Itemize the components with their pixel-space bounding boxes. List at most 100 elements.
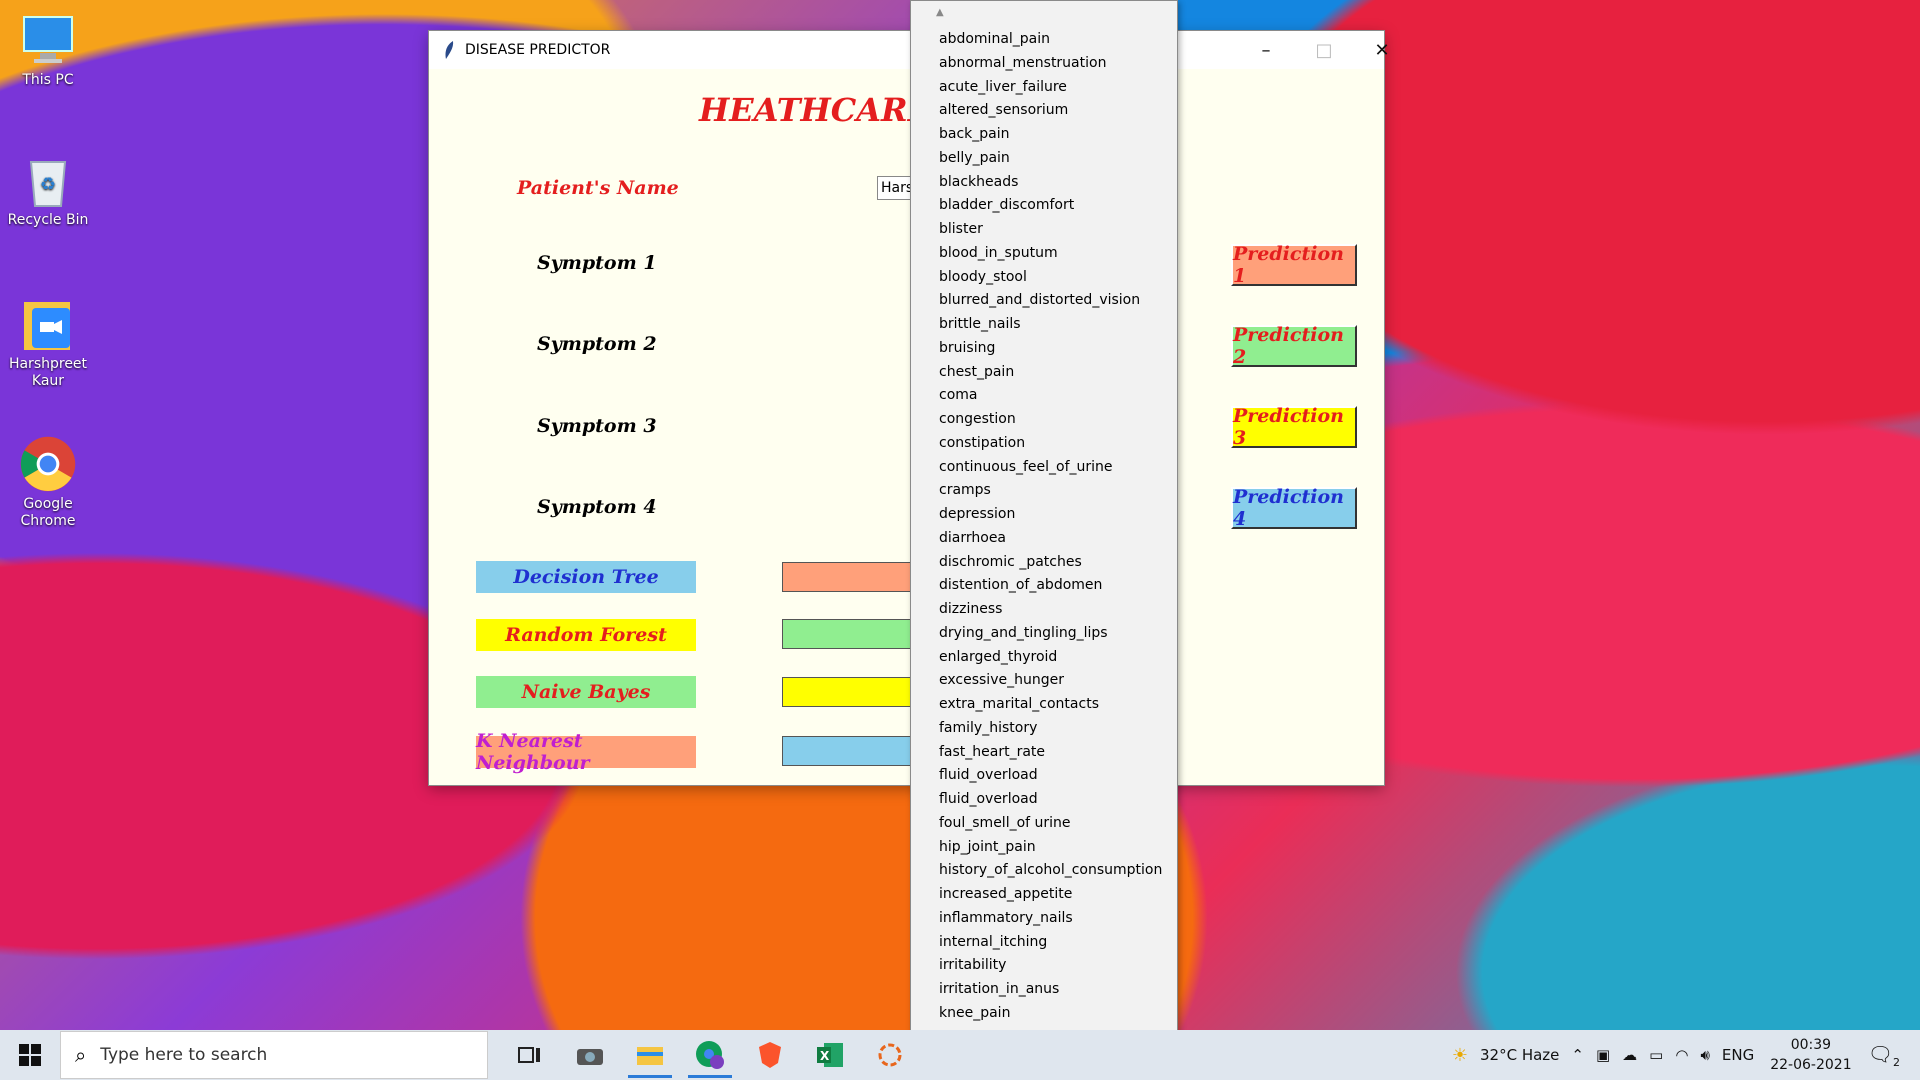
dropdown-option[interactable]: history_of_alcohol_consumption — [939, 859, 1162, 883]
symptom-dropdown-list[interactable]: ▲ abdominal_pain abnormal_menstruation acu… — [910, 0, 1178, 1071]
disease-predictor-window: DISEASE PREDICTOR – □ ✕ HEATHCARE Patien… — [429, 31, 1390, 785]
camera-app-icon[interactable] — [560, 1030, 620, 1080]
symptom-4-label: Symptom 4 — [537, 496, 657, 518]
dropdown-option[interactable]: diarrhoea — [939, 527, 1162, 551]
language-indicator[interactable]: ENG — [1722, 1046, 1754, 1064]
dropdown-option[interactable]: irritation_in_anus — [939, 978, 1162, 1002]
prediction-4-button[interactable]: Prediction 4 — [1231, 486, 1357, 530]
dropdown-option[interactable]: abdominal_pain — [939, 28, 1162, 52]
desktop-icon-label: Google Chrome — [20, 496, 76, 529]
dropdown-option[interactable]: irritability — [939, 954, 1162, 978]
naive-bayes-button[interactable]: Naive Bayes — [476, 676, 696, 708]
feather-icon — [445, 41, 454, 59]
chevron-up-icon[interactable]: ⌃ — [1571, 1046, 1584, 1064]
task-view-icon[interactable] — [500, 1030, 560, 1080]
desktop-icon-this-pc[interactable]: This PC — [6, 12, 90, 89]
dropdown-option[interactable]: distention_of_abdomen — [939, 574, 1162, 598]
knn-button[interactable]: K Nearest Neighbour — [476, 730, 696, 774]
dropdown-option[interactable]: cramps — [939, 479, 1162, 503]
chrome-profile-icon[interactable] — [680, 1030, 740, 1080]
system-tray: ☀ 32°C Haze ⌃ ▣ ☁ ▭ ◠ 🔊︎ ENG 00:39 22-06… — [1446, 1030, 1920, 1080]
desktop-icon-label: Harshpreet Kaur — [8, 356, 88, 389]
prediction-2-button[interactable]: Prediction 2 — [1231, 324, 1357, 368]
dropdown-option[interactable]: blackheads — [939, 171, 1162, 195]
battery-icon[interactable]: ▭ — [1649, 1046, 1663, 1064]
maximize-button[interactable]: □ — [1295, 31, 1353, 69]
dropdown-option[interactable]: drying_and_tingling_lips — [939, 622, 1162, 646]
dropdown-option[interactable]: chest_pain — [939, 361, 1162, 385]
app-heading: HEATHCARE — [699, 91, 933, 129]
dropdown-option[interactable]: foul_smell_of urine — [939, 812, 1162, 836]
zoom-folder-icon — [20, 296, 76, 352]
dropdown-option[interactable]: enlarged_thyroid — [939, 646, 1162, 670]
dropdown-option[interactable]: back_pain — [939, 123, 1162, 147]
svg-text:♻: ♻ — [40, 174, 56, 195]
dropdown-option[interactable]: fast_heart_rate — [939, 741, 1162, 765]
clock-time: 00:39 — [1790, 1037, 1832, 1053]
dropdown-option[interactable]: blurred_and_distorted_vision — [939, 289, 1162, 313]
dropdown-option[interactable]: brittle_nails — [939, 313, 1162, 337]
patient-name-label: Patient's Name — [517, 177, 679, 199]
dropdown-option[interactable]: excessive_hunger — [939, 669, 1162, 693]
brave-icon[interactable] — [740, 1030, 800, 1080]
random-forest-button[interactable]: Random Forest — [476, 619, 696, 651]
volume-icon[interactable]: 🔊︎ — [1700, 1046, 1709, 1064]
dropdown-option[interactable]: continuous_feel_of_urine — [939, 456, 1162, 480]
dropdown-option[interactable]: congestion — [939, 408, 1162, 432]
start-button[interactable] — [0, 1030, 60, 1080]
weather-icon: ☀ — [1451, 1044, 1468, 1066]
minimize-button[interactable]: – — [1237, 31, 1295, 69]
dropdown-option[interactable]: constipation — [939, 432, 1162, 456]
dropdown-option[interactable]: dizziness — [939, 598, 1162, 622]
dropdown-option[interactable]: fluid_overload — [939, 788, 1162, 812]
prediction-1-button[interactable]: Prediction 1 — [1231, 243, 1357, 287]
dropdown-option[interactable]: family_history — [939, 717, 1162, 741]
prediction-3-button[interactable]: Prediction 3 — [1231, 405, 1357, 449]
clock[interactable]: 00:39 22-06-2021 — [1770, 1035, 1851, 1075]
snip-tool-icon[interactable] — [860, 1030, 920, 1080]
taskbar-search[interactable]: ⌕ Type here to search — [60, 1031, 488, 1079]
dropdown-option[interactable]: depression — [939, 503, 1162, 527]
dropdown-option[interactable]: hip_joint_pain — [939, 836, 1162, 860]
excel-icon[interactable]: X — [800, 1030, 860, 1080]
dropdown-option[interactable]: coma — [939, 384, 1162, 408]
recycle-bin-icon: ♻ — [20, 152, 76, 208]
dropdown-option[interactable]: internal_itching — [939, 931, 1162, 955]
desktop-icon-label: This PC — [22, 72, 74, 88]
dropdown-option[interactable]: bruising — [939, 337, 1162, 361]
dropdown-option[interactable]: increased_appetite — [939, 883, 1162, 907]
dropdown-option[interactable]: inflammatory_nails — [939, 907, 1162, 931]
svg-text:X: X — [820, 1049, 830, 1063]
knn-result — [782, 736, 922, 766]
weather-text[interactable]: 32°C Haze — [1480, 1046, 1559, 1064]
decision-tree-result — [782, 562, 922, 592]
desktop-icon-harshpreet[interactable]: Harshpreet Kaur — [6, 296, 90, 390]
dropdown-option[interactable]: fluid_overload — [939, 764, 1162, 788]
dropdown-option[interactable]: knee_pain — [939, 1002, 1162, 1026]
onedrive-icon[interactable]: ☁ — [1622, 1046, 1637, 1064]
dropdown-option[interactable]: altered_sensorium — [939, 99, 1162, 123]
dropdown-option[interactable]: dischromic _patches — [939, 551, 1162, 575]
clock-date: 22-06-2021 — [1770, 1057, 1852, 1073]
wifi-icon[interactable]: ◠ — [1675, 1046, 1688, 1064]
symptom-3-label: Symptom 3 — [537, 415, 657, 437]
desktop-icon-recycle-bin[interactable]: ♻ Recycle Bin — [6, 152, 90, 229]
dropdown-option[interactable]: extra_marital_contacts — [939, 693, 1162, 717]
close-button[interactable]: ✕ — [1353, 31, 1411, 69]
notification-icon[interactable]: 🗨︎2 — [1868, 1042, 1900, 1069]
dropdown-option[interactable]: acute_liver_failure — [939, 76, 1162, 100]
meet-icon[interactable]: ▣ — [1596, 1046, 1610, 1064]
decision-tree-button[interactable]: Decision Tree — [476, 561, 696, 593]
file-explorer-icon[interactable] — [620, 1030, 680, 1080]
monitor-icon — [20, 12, 76, 68]
search-placeholder: Type here to search — [100, 1045, 268, 1065]
taskbar: ⌕ Type here to search X ☀ 32°C Haze ⌃ ▣ … — [0, 1030, 1920, 1080]
scroll-up-icon[interactable]: ▲ — [936, 7, 944, 18]
dropdown-option[interactable]: abnormal_menstruation — [939, 52, 1162, 76]
dropdown-option[interactable]: bloody_stool — [939, 266, 1162, 290]
dropdown-option[interactable]: belly_pain — [939, 147, 1162, 171]
desktop-icon-chrome[interactable]: Google Chrome — [6, 436, 90, 530]
dropdown-option[interactable]: blister — [939, 218, 1162, 242]
dropdown-option[interactable]: bladder_discomfort — [939, 194, 1162, 218]
dropdown-option[interactable]: blood_in_sputum — [939, 242, 1162, 266]
